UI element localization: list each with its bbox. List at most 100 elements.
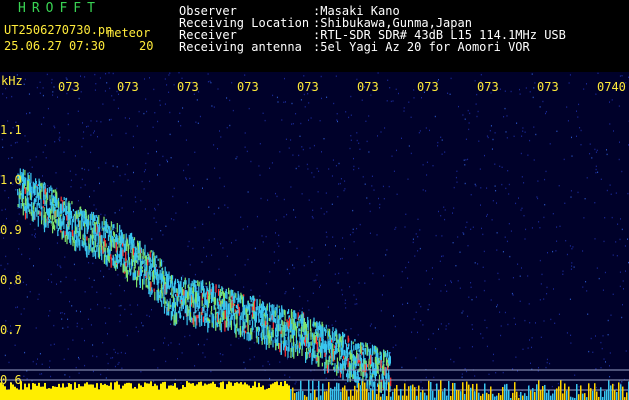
noise-pixel — [474, 262, 476, 264]
trail-pixel — [209, 284, 211, 294]
noise-pixel — [67, 123, 69, 126]
trail-pixel — [347, 335, 349, 343]
band-bar — [426, 395, 428, 400]
trail-pixel — [274, 310, 276, 317]
trail-pixel — [87, 219, 90, 228]
noise-pixel — [194, 365, 196, 367]
trail-pixel — [354, 339, 356, 342]
trail-pixel — [256, 336, 258, 343]
noise-pixel — [96, 355, 98, 358]
noise-pixel — [301, 307, 303, 310]
band-bar — [144, 382, 146, 400]
noise-pixel — [323, 138, 325, 140]
noise-pixel — [570, 334, 572, 336]
trail-pixel — [336, 348, 338, 354]
trail-pixel — [266, 315, 268, 328]
noise-pixel — [441, 139, 443, 141]
noise-pixel — [244, 264, 246, 266]
noise-pixel — [520, 209, 522, 211]
noise-pixel — [586, 177, 588, 179]
noise-pixel — [80, 91, 82, 93]
band-bar — [230, 382, 232, 400]
noise-pixel — [358, 282, 360, 284]
trail-pixel — [283, 310, 286, 315]
noise-pixel — [94, 73, 96, 76]
noise-pixel — [267, 199, 269, 201]
noise-pixel — [392, 100, 394, 102]
noise-pixel — [75, 310, 77, 312]
noise-pixel — [470, 286, 472, 288]
noise-pixel — [386, 100, 388, 102]
band-bar — [460, 391, 462, 400]
trail-pixel — [286, 326, 288, 330]
noise-pixel — [32, 193, 34, 195]
noise-pixel — [149, 180, 151, 183]
noise-pixel — [358, 142, 360, 144]
noise-pixel — [185, 139, 187, 141]
noise-pixel — [621, 75, 623, 77]
noise-pixel — [586, 290, 588, 292]
trail-pixel — [150, 263, 152, 269]
trail-pixel — [358, 343, 360, 349]
noise-pixel — [6, 97, 8, 99]
band-bar — [308, 380, 310, 400]
noise-pixel — [213, 213, 215, 215]
noise-pixel — [350, 135, 352, 137]
trail-pixel — [272, 321, 274, 330]
trail-pixel — [332, 327, 334, 331]
noise-pixel — [119, 314, 121, 316]
noise-pixel — [37, 298, 39, 300]
trail-pixel — [25, 177, 27, 186]
noise-pixel — [380, 131, 382, 133]
noise-pixel — [271, 162, 273, 164]
noise-pixel — [93, 279, 95, 281]
noise-pixel — [16, 220, 18, 222]
noise-pixel — [407, 302, 409, 304]
trail-pixel — [195, 280, 197, 283]
noise-pixel — [42, 94, 44, 97]
trail-pixel — [297, 350, 299, 356]
trail-pixel — [279, 308, 281, 320]
noise-pixel — [384, 127, 386, 129]
noise-pixel — [162, 234, 164, 236]
noise-pixel — [464, 164, 466, 166]
trail-pixel — [346, 347, 348, 359]
noise-pixel — [14, 344, 16, 346]
trail-pixel — [145, 255, 147, 265]
noise-pixel — [610, 314, 612, 316]
noise-pixel — [383, 275, 385, 277]
noise-pixel — [376, 234, 378, 236]
noise-pixel — [368, 151, 370, 153]
trail-pixel — [208, 294, 211, 304]
noise-pixel — [59, 265, 61, 267]
trail-pixel — [348, 373, 350, 379]
x-tick-label: 073 — [537, 80, 559, 94]
trail-pixel — [50, 221, 52, 224]
noise-pixel — [570, 190, 572, 192]
noise-pixel — [10, 144, 12, 147]
noise-pixel — [39, 81, 41, 83]
trail-pixel — [378, 360, 381, 363]
noise-pixel — [392, 346, 394, 349]
band-bar — [310, 393, 312, 400]
noise-pixel — [606, 153, 608, 156]
band-bar — [356, 390, 358, 400]
noise-pixel — [627, 238, 628, 240]
band-bar — [222, 381, 224, 400]
trail-pixel — [71, 230, 73, 233]
noise-pixel — [326, 236, 328, 238]
trail-pixel — [219, 295, 222, 298]
noise-pixel — [546, 358, 548, 361]
trail-pixel — [344, 350, 346, 357]
noise-pixel — [615, 192, 617, 194]
noise-pixel — [24, 351, 26, 354]
noise-pixel — [55, 172, 57, 174]
trail-pixel — [56, 199, 58, 208]
noise-pixel — [59, 139, 61, 142]
noise-pixel — [276, 96, 278, 99]
trail-pixel — [126, 270, 128, 282]
noise-pixel — [84, 291, 86, 293]
band-bar — [560, 380, 562, 400]
trail-pixel — [40, 190, 42, 199]
band-bar — [438, 390, 440, 400]
